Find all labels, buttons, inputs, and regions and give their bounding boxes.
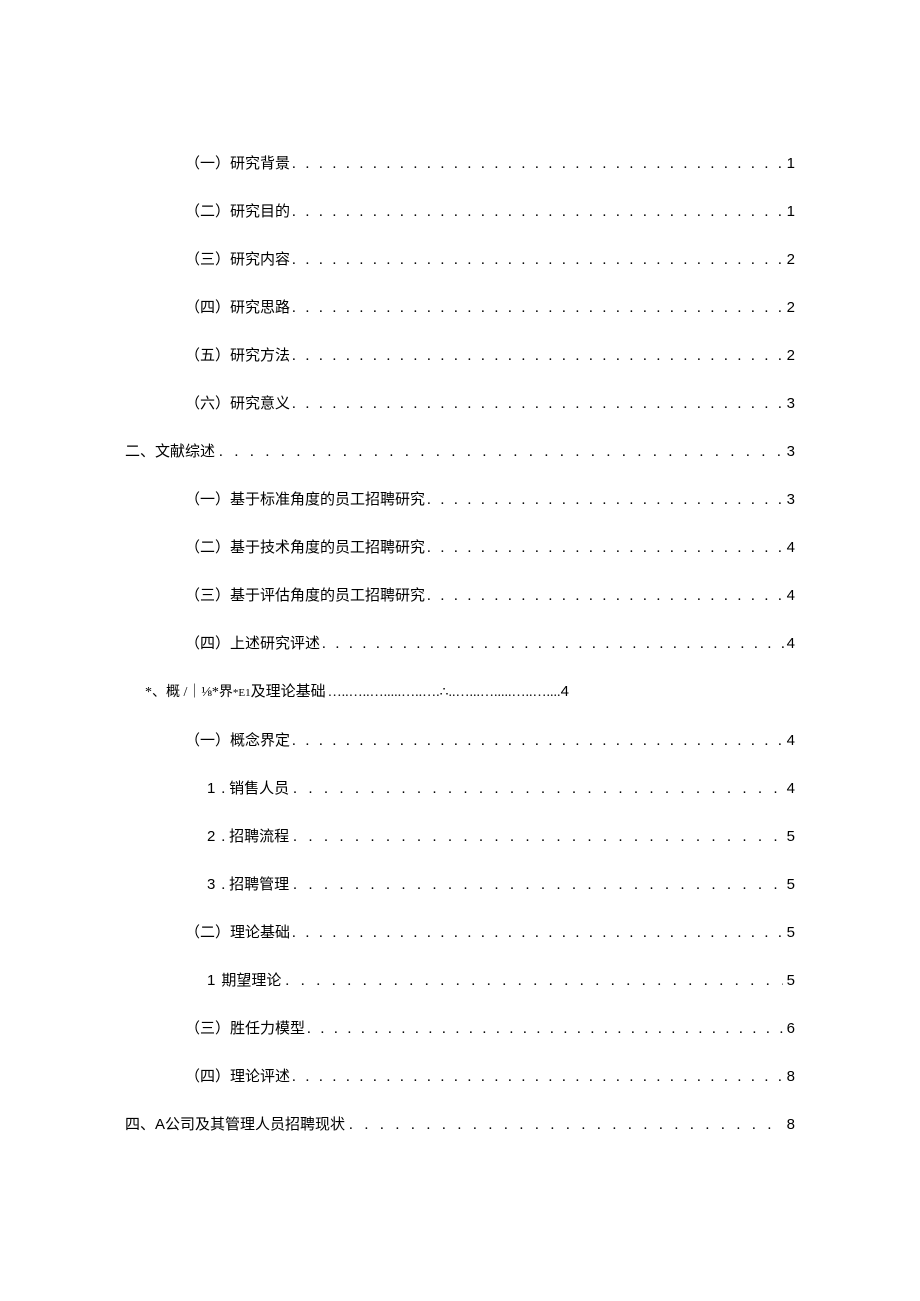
toc-page-number: 2 [787, 299, 795, 317]
toc-leader: . . . . . . . . . . . . . . . . . . . . … [285, 972, 782, 990]
toc-label: （四）理论评述 [185, 1068, 290, 1086]
toc-page-number: 4 [787, 539, 795, 557]
toc-leader-wave: …..…..….....…..….∴..…...….....…..….... [328, 685, 561, 702]
toc-page-number: 3 [787, 395, 795, 413]
toc-page-number: 4 [787, 780, 795, 798]
toc-label: 期望理论 [221, 972, 281, 990]
toc-leader: . . . . . . . . . . . . . . . . . . . . … [292, 347, 785, 365]
toc-page-number: 8 [787, 1116, 795, 1134]
toc-leader: . . . . . . . . . . . . . . . . . . . . … [292, 299, 785, 317]
toc-label: （二）理论基础 [185, 924, 290, 942]
toc-entry: （四）上述研究评述. . . . . . . . . . . . . . . .… [125, 635, 795, 653]
toc-entry: 3.招聘管理 . . . . . . . . . . . . . . . . .… [125, 876, 795, 894]
toc-label-after: 及理论基础 [251, 683, 326, 701]
toc-entry: （五）研究方法. . . . . . . . . . . . . . . . .… [125, 347, 795, 365]
toc-leader: . . . . . . . . . . . . . . . . . . . . … [292, 203, 785, 221]
toc-page-number: 4 [787, 732, 795, 750]
toc-label: （六）研究意义 [185, 395, 290, 413]
toc-entry: 四、A 公司及其管理人员招聘现状 . . . . . . . . . . . .… [125, 1116, 795, 1134]
toc-leader: . . . . . . . . . . . . . . . . . . . . … [349, 1116, 783, 1134]
toc-sep: . [221, 780, 225, 798]
toc-leader: . . . . . . . . . . . . . . . . . . . . … [427, 587, 785, 605]
toc-number: 3 [207, 876, 215, 894]
toc-entry: （二）基于技术角度的员工招聘研究. . . . . . . . . . . . … [125, 539, 795, 557]
toc-leader: . . . . . . . . . . . . . . . . . . . . … [427, 491, 785, 509]
toc-leader: . . . . . . . . . . . . . . . . . . . . … [322, 635, 785, 653]
toc-leader: . . . . . . . . . . . . . . . . . . . . … [427, 539, 785, 557]
toc-entry: （六）研究意义. . . . . . . . . . . . . . . . .… [125, 395, 795, 413]
toc-page-number: 5 [787, 924, 795, 942]
toc-entry: 1.销售人员 . . . . . . . . . . . . . . . . .… [125, 780, 795, 798]
toc-label: 销售人员 [229, 780, 289, 798]
toc-leader: . . . . . . . . . . . . . . . . . . . . … [292, 732, 785, 750]
toc-leader: . . . . . . . . . . . . . . . . . . . . … [293, 780, 783, 798]
toc-entry: （四）理论评述. . . . . . . . . . . . . . . . .… [125, 1068, 795, 1086]
toc-page-number: 2 [787, 347, 795, 365]
toc-list: （一）研究背景. . . . . . . . . . . . . . . . .… [125, 155, 795, 1134]
toc-entry: （四）研究思路. . . . . . . . . . . . . . . . .… [125, 299, 795, 317]
toc-label: （三）胜任力模型 [185, 1020, 305, 1038]
toc-entry: （三）胜任力模型. . . . . . . . . . . . . . . . … [125, 1020, 795, 1038]
toc-page-number: 5 [787, 876, 795, 894]
toc-label-suffix: 公司及其管理人员招聘现状 [165, 1116, 345, 1134]
toc-number: 1 [207, 972, 215, 990]
toc-leader: . . . . . . . . . . . . . . . . . . . . … [292, 395, 785, 413]
toc-page-number: 4 [561, 683, 569, 701]
toc-label: 招聘流程 [229, 828, 289, 846]
toc-page-number: 5 [787, 972, 795, 990]
toc-label: 二、文献综述 [125, 443, 215, 461]
toc-entry: 1 期望理论 . . . . . . . . . . . . . . . . . … [125, 972, 795, 990]
toc-label: （一）研究背景 [185, 155, 290, 173]
toc-page-number: 4 [787, 587, 795, 605]
toc-page-number: 8 [787, 1068, 795, 1086]
toc-label-prefix: 四、 [125, 1116, 155, 1134]
toc-leader: . . . . . . . . . . . . . . . . . . . . … [292, 924, 785, 942]
toc-entry: （二）理论基础. . . . . . . . . . . . . . . . .… [125, 924, 795, 942]
toc-entry: 二、文献综述 . . . . . . . . . . . . . . . . .… [125, 443, 795, 461]
toc-label: *、概 /｜⅛*界 [145, 685, 233, 702]
toc-entry: （二）研究目的. . . . . . . . . . . . . . . . .… [125, 203, 795, 221]
toc-leader: . . . . . . . . . . . . . . . . . . . . … [293, 876, 783, 894]
toc-entry: （三）研究内容. . . . . . . . . . . . . . . . .… [125, 251, 795, 269]
toc-page-number: 1 [787, 203, 795, 221]
toc-leader: . . . . . . . . . . . . . . . . . . . . … [219, 443, 783, 461]
toc-label: （二）研究目的 [185, 203, 290, 221]
toc-label: （三）研究内容 [185, 251, 290, 269]
toc-label: （二）基于技术角度的员工招聘研究 [185, 539, 425, 557]
toc-entry: 2.招聘流程 . . . . . . . . . . . . . . . . .… [125, 828, 795, 846]
toc-page-number: 4 [787, 635, 795, 653]
toc-page: （一）研究背景. . . . . . . . . . . . . . . . .… [0, 0, 920, 1264]
toc-label: 招聘管理 [229, 876, 289, 894]
toc-label-latin: A [155, 1116, 165, 1134]
toc-leader: . . . . . . . . . . . . . . . . . . . . … [292, 1068, 785, 1086]
toc-entry: （一）基于标准角度的员工招聘研究. . . . . . . . . . . . … [125, 491, 795, 509]
toc-page-number: 6 [787, 1020, 795, 1038]
toc-sep: . [221, 876, 225, 894]
toc-label: （四）研究思路 [185, 299, 290, 317]
toc-label: （四）上述研究评述 [185, 635, 320, 653]
toc-number: 2 [207, 828, 215, 846]
toc-entry: （三）基于评估角度的员工招聘研究. . . . . . . . . . . . … [125, 587, 795, 605]
toc-entry: *、概 /｜⅛*界*E1 及理论基础…..…..….....…..….∴..….… [125, 683, 795, 702]
toc-label: （五）研究方法 [185, 347, 290, 365]
toc-sep: . [221, 828, 225, 846]
toc-number: 1 [207, 780, 215, 798]
toc-page-number: 5 [787, 828, 795, 846]
toc-entry: （一）研究背景. . . . . . . . . . . . . . . . .… [125, 155, 795, 173]
toc-label-mid: *E1 [233, 687, 251, 700]
toc-page-number: 3 [787, 443, 795, 461]
toc-leader: . . . . . . . . . . . . . . . . . . . . … [293, 828, 783, 846]
toc-label: （三）基于评估角度的员工招聘研究 [185, 587, 425, 605]
toc-label: （一）概念界定 [185, 732, 290, 750]
toc-leader: . . . . . . . . . . . . . . . . . . . . … [307, 1020, 785, 1038]
toc-label: （一）基于标准角度的员工招聘研究 [185, 491, 425, 509]
toc-entry: （一）概念界定. . . . . . . . . . . . . . . . .… [125, 732, 795, 750]
toc-page-number: 1 [787, 155, 795, 173]
toc-page-number: 2 [787, 251, 795, 269]
toc-page-number: 3 [787, 491, 795, 509]
toc-leader: . . . . . . . . . . . . . . . . . . . . … [292, 155, 785, 173]
toc-leader: . . . . . . . . . . . . . . . . . . . . … [292, 251, 785, 269]
